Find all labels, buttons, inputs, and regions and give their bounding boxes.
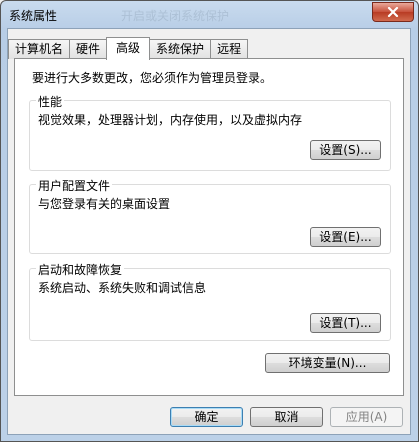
startup-recovery-description: 系统启动、系统失败和调试信息 [38, 281, 207, 295]
title-bar[interactable]: 系统属性 开启或关闭系统保护 [1, 1, 418, 27]
user-profiles-group-title: 用户配置文件 [36, 177, 113, 194]
tab-remote[interactable]: 远程 [210, 39, 249, 59]
environment-variables-button[interactable]: 环境变量(N)... [265, 353, 390, 373]
close-icon [387, 7, 399, 17]
startup-recovery-group-title: 启动和故障恢复 [36, 261, 125, 278]
performance-description: 视觉效果，处理器计划，内存使用，以及虚拟内存 [38, 113, 303, 127]
startup-recovery-group: 启动和故障恢复 系统启动、系统失败和调试信息 设置(T)... [29, 261, 391, 341]
startup-recovery-settings-button[interactable]: 设置(T)... [310, 313, 381, 333]
close-button[interactable] [372, 2, 414, 22]
performance-group-title: 性能 [36, 93, 65, 110]
admin-note: 要进行大多数更改，您必须作为管理员登录。 [32, 71, 273, 85]
user-profiles-settings-button[interactable]: 设置(E)... [310, 227, 381, 247]
tab-strip: 计算机名 硬件 高级 系统保护 远程 [8, 37, 249, 60]
performance-settings-button[interactable]: 设置(S)... [310, 140, 381, 160]
background-window-title: 开启或关闭系统保护 [121, 9, 230, 23]
tab-system-protection[interactable]: 系统保护 [149, 39, 212, 59]
cancel-button[interactable]: 取消 [250, 407, 323, 427]
performance-group: 性能 视觉效果，处理器计划，内存使用，以及虚拟内存 设置(S)... [29, 93, 391, 171]
user-profiles-description: 与您登录有关的桌面设置 [38, 197, 171, 211]
tab-hardware[interactable]: 硬件 [69, 39, 108, 59]
ok-button[interactable]: 确定 [170, 407, 243, 427]
advanced-tab-panel: 要进行大多数更改，您必须作为管理员登录。 性能 视觉效果，处理器计划，内存使用，… [14, 58, 404, 396]
tab-advanced[interactable]: 高级 [106, 37, 151, 60]
user-profiles-group: 用户配置文件 与您登录有关的桌面设置 设置(E)... [29, 177, 391, 254]
apply-button[interactable]: 应用(A) [330, 407, 403, 427]
tab-computer-name[interactable]: 计算机名 [8, 39, 71, 59]
window-title: 系统属性 [9, 9, 58, 23]
